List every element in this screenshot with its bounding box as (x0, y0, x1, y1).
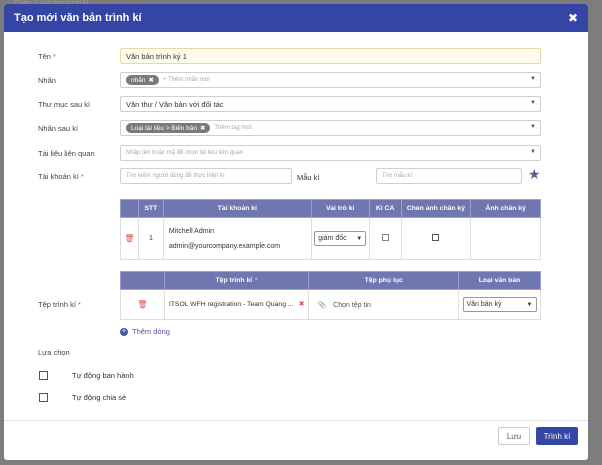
auto-publish-label: Tự động ban hành (72, 371, 134, 380)
tag-chip: Loại tài liệu > Biên bản ✖ (126, 123, 211, 133)
table-header-row: Tệp trình kí * Tệp phụ lục Loại văn bản (120, 271, 541, 290)
account-cell: Mitchell Admin admin@yourcompany.example… (162, 217, 312, 260)
stt-cell: 1 (137, 217, 164, 260)
th-action (120, 199, 139, 218)
file-name[interactable]: ITSOL WFH registration - Team Quang ... (169, 301, 294, 308)
files-table: Tệp trình kí * Tệp phụ lục Loại văn bản 🗑… (120, 271, 541, 320)
tags-label: Nhãn (38, 76, 56, 85)
create-document-modal: Tạo mới văn bản trình kí ✖ Tên * Văn bản … (4, 4, 588, 460)
table-row: 🗑 1 Mitchell Admin admin@yourcompany.exa… (120, 217, 541, 260)
ca-checkbox[interactable] (381, 234, 389, 241)
folder-row: Thư mục sau kí Văn thư / Văn bản với đối… (4, 96, 588, 114)
post-sign-tags-input[interactable]: Loại tài liệu > Biên bản ✖ Thêm tag mới ▼ (120, 120, 541, 136)
auto-publish-checkbox[interactable] (39, 371, 48, 380)
file-label: Tệp trình kí * (38, 300, 81, 309)
star-icon[interactable]: ★ (528, 166, 541, 183)
tags-placeholder: + Thêm nhãn mới (162, 77, 211, 83)
auto-share-option[interactable]: Tự động chia sẻ (39, 393, 126, 402)
auto-publish-option[interactable]: Tự động ban hành (39, 371, 134, 380)
name-row: Tên * Văn bản trình ký 1 (4, 48, 588, 66)
th-signature-image: Ảnh chân ký (470, 199, 541, 218)
role-cell: giám đốc ▼ (310, 217, 370, 260)
signer-name: Mitchell Admin (168, 227, 215, 235)
insert-signature-checkbox[interactable] (432, 234, 440, 241)
th-doc-type: Loại văn bản (458, 271, 541, 290)
name-label: Tên * (38, 52, 56, 61)
doc-type-cell: Văn bản ký ▼ (458, 289, 541, 320)
th-account: Tài khoản kí (162, 199, 312, 218)
folder-select[interactable]: Văn thư / Văn bản với đối tác ▼ (120, 96, 541, 112)
modal-header: Tạo mới văn bản trình kí ✖ (4, 4, 588, 32)
chevron-down-icon: ▼ (356, 235, 363, 242)
insert-signature-cell (400, 217, 472, 260)
signature-template-input[interactable]: Tìm mẫu kí (376, 168, 522, 184)
chevron-down-icon[interactable]: ▼ (530, 100, 536, 106)
th-file: Tệp trình kí * (163, 271, 310, 290)
signature-image-cell (470, 217, 541, 260)
paperclip-icon: 📎 (317, 301, 327, 309)
name-input[interactable]: Văn bản trình ký 1 (120, 48, 541, 64)
signer-search-placeholder: Tìm kiếm người dùng để thực hiện kí (126, 173, 225, 179)
delete-cell: 🗑 (120, 217, 139, 260)
file-cell: ITSOL WFH registration - Team Quang ... … (163, 289, 310, 320)
ca-cell (368, 217, 402, 260)
th-insert-signature: Chèn ảnh chân ký (400, 199, 472, 218)
footer-divider (4, 420, 588, 421)
submit-button[interactable]: Trình kí (536, 427, 578, 445)
th-stt: STT (137, 199, 164, 218)
remove-tag-icon[interactable]: ✖ (148, 76, 153, 84)
signer-search-input[interactable]: Tìm kiếm người dùng để thực hiện kí (120, 168, 292, 184)
tags-input[interactable]: nhãn ✖ + Thêm nhãn mới ▼ (120, 72, 541, 88)
table-header-row: STT Tài khoản kí Vai trò kí Kí CA Chèn ả… (120, 199, 541, 218)
delete-cell: 🗑 (120, 289, 165, 320)
post-sign-tags-row: Nhãn sau kí Loại tài liệu > Biên bản ✖ Th… (4, 120, 588, 138)
signer-row: Tài khoản kí * Tìm kiếm người dùng để thự… (4, 166, 588, 186)
th-attachment: Tệp phụ lục (308, 271, 459, 290)
signer-email: admin@yourcompany.example.com (168, 242, 281, 250)
trash-icon[interactable]: 🗑 (124, 234, 134, 243)
related-docs-row: Tài liệu liên quan Nhập tên hoặc mã để c… (4, 145, 588, 163)
th-action (120, 271, 165, 290)
add-row-button[interactable]: + Thêm dòng (120, 327, 170, 336)
related-docs-placeholder: Nhập tên hoặc mã để chọn tài liệu liên q… (126, 150, 244, 156)
save-button[interactable]: Lưu (498, 427, 530, 445)
doc-type-select[interactable]: Văn bản ký ▼ (462, 297, 537, 312)
auto-share-checkbox[interactable] (39, 393, 48, 402)
choose-file-button[interactable]: Chọn tệp tin (333, 302, 371, 309)
tags-row: Nhãn nhãn ✖ + Thêm nhãn mới ▼ (4, 72, 588, 90)
remove-file-icon[interactable]: ✖ (299, 300, 305, 308)
table-row: 🗑 ITSOL WFH registration - Team Quang ..… (120, 289, 541, 320)
post-sign-tags-placeholder: Thêm tag mới (214, 125, 252, 131)
close-icon[interactable]: ✖ (568, 11, 578, 25)
related-docs-input[interactable]: Nhập tên hoặc mã để chọn tài liệu liên q… (120, 145, 541, 161)
chevron-down-icon[interactable]: ▼ (530, 149, 536, 155)
chevron-down-icon[interactable]: ▼ (530, 76, 536, 82)
trash-icon[interactable]: 🗑 (137, 300, 147, 309)
signers-table: STT Tài khoản kí Vai trò kí Kí CA Chèn ả… (120, 199, 541, 260)
post-sign-tags-label: Nhãn sau kí (38, 124, 79, 133)
tag-chip: nhãn ✖ (126, 75, 159, 85)
role-select[interactable]: giám đốc ▼ (314, 231, 367, 246)
modal-title: Tạo mới văn bản trình kí (14, 12, 142, 24)
signature-template-label: Mẫu kí (297, 173, 320, 182)
auto-share-label: Tự động chia sẻ (72, 393, 127, 402)
th-role: Vai trò kí (310, 199, 370, 218)
related-docs-label: Tài liệu liên quan (38, 149, 95, 158)
attachment-cell: 📎 Chọn tệp tin (308, 289, 459, 320)
chevron-down-icon: ▼ (526, 301, 533, 308)
signature-template-placeholder: Tìm mẫu kí (382, 173, 413, 179)
th-ca: Kí CA (368, 199, 402, 218)
remove-tag-icon[interactable]: ✖ (200, 124, 205, 132)
folder-label: Thư mục sau kí (38, 100, 91, 109)
plus-icon: + (120, 327, 128, 336)
signer-label: Tài khoản kí * (38, 172, 84, 181)
options-label: Lựa chọn (38, 348, 70, 357)
chevron-down-icon[interactable]: ▼ (530, 124, 536, 130)
